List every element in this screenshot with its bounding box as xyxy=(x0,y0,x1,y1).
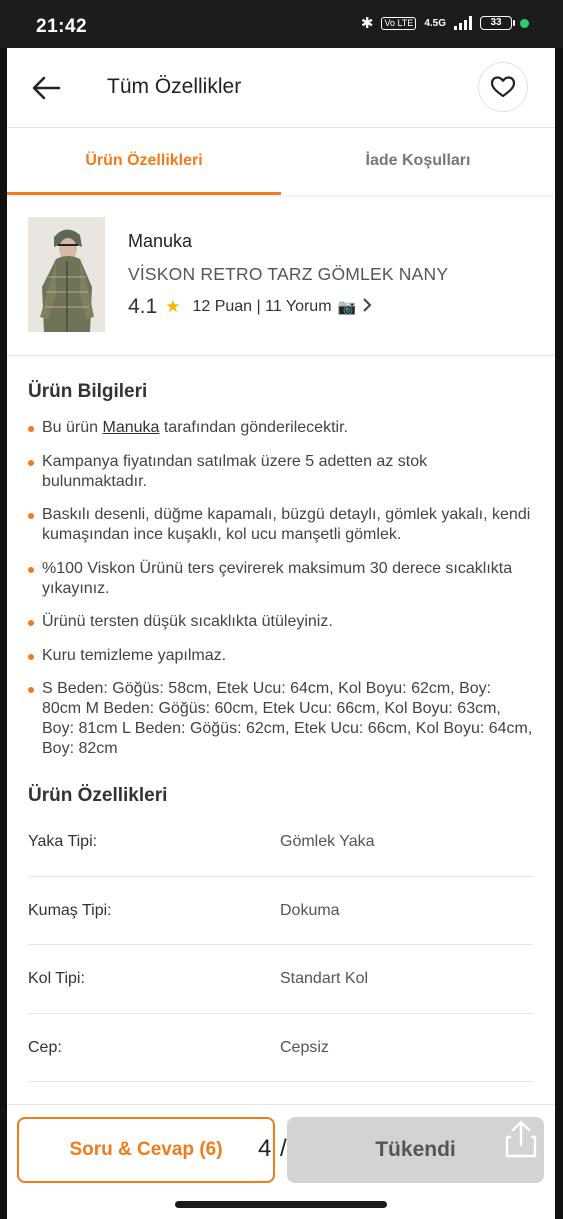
tab-bar: Ürün Özellikleri İade Koşulları xyxy=(7,128,555,195)
status-bar: 21:42 ✱ Vo LTE 4.5G 33 xyxy=(0,0,563,48)
volte-badge: Vo LTE xyxy=(381,16,417,30)
attributes-table: Yaka Tipi: Gömlek Yaka Kumaş Tipi: Dokum… xyxy=(28,808,533,1082)
app-screen: Tüm Özellikler Ürün Özellikleri İade Koş… xyxy=(7,48,555,1219)
attribute-row: Yaka Tipi: Gömlek Yaka xyxy=(28,808,533,877)
status-icons: ✱ Vo LTE 4.5G 33 xyxy=(361,14,529,32)
seller-suffix: tarafından gönderilecektir. xyxy=(159,419,348,436)
bluetooth-icon: ✱ xyxy=(360,15,374,32)
attribute-value: Gömlek Yaka xyxy=(280,833,375,850)
info-list: Bu ürün Manuka tarafından gönderilecekti… xyxy=(28,418,533,773)
attribute-key: Cep: xyxy=(28,1038,62,1056)
top-bar: Tüm Özellikler xyxy=(7,48,555,128)
back-arrow-icon[interactable] xyxy=(29,72,63,104)
info-bullet: S Beden: Göğüs: 58cm, Etek Ucu: 64cm, Ko… xyxy=(28,679,533,759)
attribute-key: Yaka Tipi: xyxy=(28,833,98,850)
battery-icon: 33 xyxy=(480,16,515,30)
info-bullet: Baskılı desenli, düğme kapamalı, büzgü d… xyxy=(28,505,533,545)
share-icon[interactable] xyxy=(503,1119,539,1159)
tab-return-policy[interactable]: İade Koşulları xyxy=(281,128,555,195)
section-title-attributes: Ürün Özellikleri xyxy=(28,785,168,806)
favorite-button[interactable] xyxy=(478,62,528,112)
attribute-value: Dokuma xyxy=(280,901,340,919)
info-bullet: Kampanya fiyatından satılmak üzere 5 ade… xyxy=(28,452,533,492)
tab-product-features[interactable]: Ürün Özellikleri xyxy=(7,128,281,195)
home-indicator xyxy=(175,1201,387,1208)
qa-button[interactable]: Soru & Cevap (6) xyxy=(17,1117,275,1183)
review-count: 12 Puan | 11 Yorum xyxy=(192,298,332,315)
attribute-key: Kol Tipi: xyxy=(28,970,85,987)
network-type: 4.5G xyxy=(424,17,446,29)
bottom-action-bar: Soru & Cevap (6) 4 / 5 Tükendi xyxy=(7,1104,555,1219)
attribute-value: Cepsiz xyxy=(280,1038,329,1056)
info-bullet: %100 Viskon Ürünü ters çevirerek maksimu… xyxy=(28,559,533,599)
chevron-right-icon xyxy=(362,297,372,318)
signal-icon xyxy=(454,16,472,30)
attribute-row: Kol Tipi: Standart Kol xyxy=(28,945,533,1014)
seller-prefix: Bu ürün xyxy=(42,419,103,436)
heart-icon xyxy=(490,76,516,98)
notification-dot xyxy=(520,18,529,28)
info-bullet: Kuru temizleme yapılmaz. xyxy=(28,646,533,666)
rating-summary[interactable]: 4.1 ★ 12 Puan | 11 Yorum 📷 xyxy=(128,295,372,319)
star-icon: ★ xyxy=(165,297,181,316)
attribute-row: Kumaş Tipi: Dokuma xyxy=(28,877,533,945)
attribute-row: Cep: Cepsiz xyxy=(28,1014,533,1082)
attribute-value: Standart Kol xyxy=(280,970,369,987)
product-name: VİSKON RETRO TARZ GÖMLEK NANY xyxy=(128,264,449,284)
info-bullet-seller: Bu ürün Manuka tarafından gönderilecekti… xyxy=(28,418,533,438)
seller-link[interactable]: Manuka xyxy=(102,419,159,436)
camera-icon: 📷 xyxy=(337,299,357,316)
product-summary[interactable]: Manuka VİSKON RETRO TARZ GÖMLEK NANY 4.1… xyxy=(7,195,555,356)
info-bullet: Ürünü tersten düşük sıcaklıkta ütüleyini… xyxy=(28,612,533,632)
product-brand: Manuka xyxy=(128,231,193,251)
product-image xyxy=(28,217,105,332)
status-time: 21:42 xyxy=(36,16,88,37)
attribute-key: Kumaş Tipi: xyxy=(28,901,112,919)
rating-score: 4.1 xyxy=(128,295,158,318)
section-title-info: Ürün Bilgileri xyxy=(28,381,148,402)
page-title: Tüm Özellikler xyxy=(107,75,242,98)
